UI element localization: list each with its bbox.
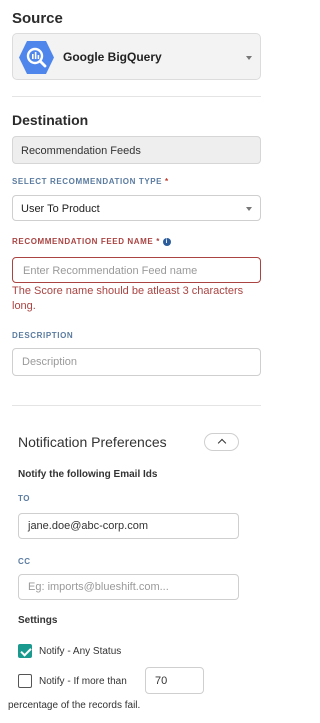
notification-preferences-title: Notification Preferences xyxy=(18,434,167,450)
divider xyxy=(12,96,261,97)
notify-any-label: Notify - Any Status xyxy=(39,646,122,657)
to-email-value: jane.doe@abc-corp.com xyxy=(28,520,149,532)
chevron-up-icon xyxy=(217,438,227,448)
threshold-suffix: percentage of the records fail. xyxy=(8,700,141,711)
source-selected-label: Google BigQuery xyxy=(63,50,162,64)
to-label: TO xyxy=(18,494,30,503)
source-select[interactable]: Google BigQuery xyxy=(12,33,261,80)
description-input[interactable]: Description xyxy=(12,348,261,376)
cc-email-input[interactable]: Eg: imports@blueshift.com... xyxy=(18,574,239,600)
source-heading: Source xyxy=(12,10,63,27)
threshold-value: 70 xyxy=(155,674,168,687)
feed-name-error: The Score name should be atleast 3 chara… xyxy=(12,285,244,312)
info-icon[interactable]: i xyxy=(162,237,171,246)
to-email-input[interactable]: jane.doe@abc-corp.com xyxy=(18,513,239,539)
recommendation-type-value: User To Product xyxy=(21,203,100,215)
threshold-input[interactable]: 70 xyxy=(145,667,204,694)
destination-heading: Destination xyxy=(12,112,89,128)
notify-any-checkbox[interactable] xyxy=(18,644,32,658)
recommendation-type-label: SELECT RECOMMENDATION TYPE * xyxy=(12,177,169,186)
collapse-toggle-button[interactable] xyxy=(204,433,239,451)
feed-name-input[interactable]: Enter Recommendation Feed name xyxy=(12,257,261,283)
recommendation-type-select[interactable]: User To Product xyxy=(12,195,261,221)
notify-threshold-checkbox[interactable] xyxy=(18,674,32,688)
description-label: DESCRIPTION xyxy=(12,331,74,340)
cc-label: CC xyxy=(18,557,31,566)
feed-name-label: RECOMMENDATION FEED NAME * i xyxy=(12,237,171,246)
notify-emails-heading: Notify the following Email Ids xyxy=(18,469,158,480)
chevron-down-icon xyxy=(246,56,252,60)
bigquery-icon xyxy=(19,41,54,74)
destination-field: Recommendation Feeds xyxy=(12,136,261,164)
notify-threshold-label: Notify - If more than xyxy=(39,676,127,687)
cc-placeholder: Eg: imports@blueshift.com... xyxy=(28,581,169,593)
settings-heading: Settings xyxy=(18,615,58,626)
description-placeholder: Description xyxy=(22,356,78,368)
divider xyxy=(12,405,261,406)
chevron-down-icon xyxy=(246,207,252,211)
